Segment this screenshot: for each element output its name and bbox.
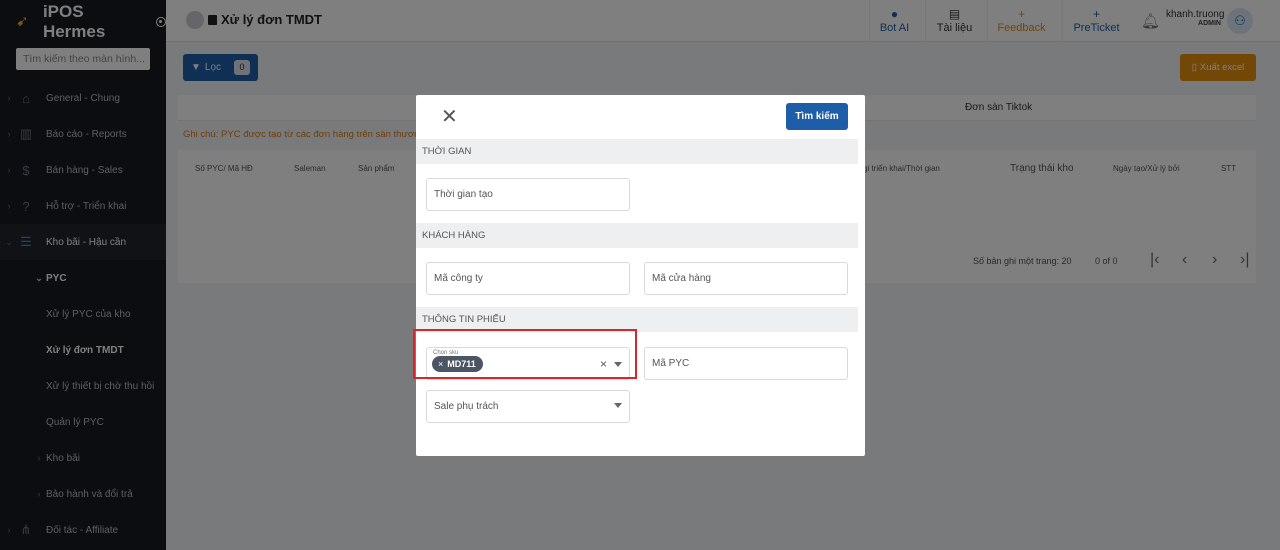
close-icon[interactable]: ✕	[441, 107, 458, 127]
section-customer: Khách hàng	[416, 223, 858, 248]
sale-select-value: Sale phụ trách	[434, 401, 499, 412]
store-code-field[interactable]: Mã cửa hàng	[644, 262, 848, 295]
chevron-down-icon	[614, 403, 622, 408]
pyc-code-field[interactable]: Mã PYC	[644, 347, 848, 380]
company-code-field[interactable]: Mã công ty	[426, 262, 630, 295]
sale-select[interactable]: Sale phụ trách	[426, 390, 630, 423]
section-time: Thời gian	[416, 139, 858, 164]
filter-modal: ✕ Tìm kiếm Thời gian Thời gian tạo Khách…	[416, 95, 865, 456]
search-button[interactable]: Tìm kiếm	[786, 103, 848, 130]
created-time-field[interactable]: Thời gian tạo	[426, 178, 630, 211]
highlight-box	[413, 329, 637, 379]
